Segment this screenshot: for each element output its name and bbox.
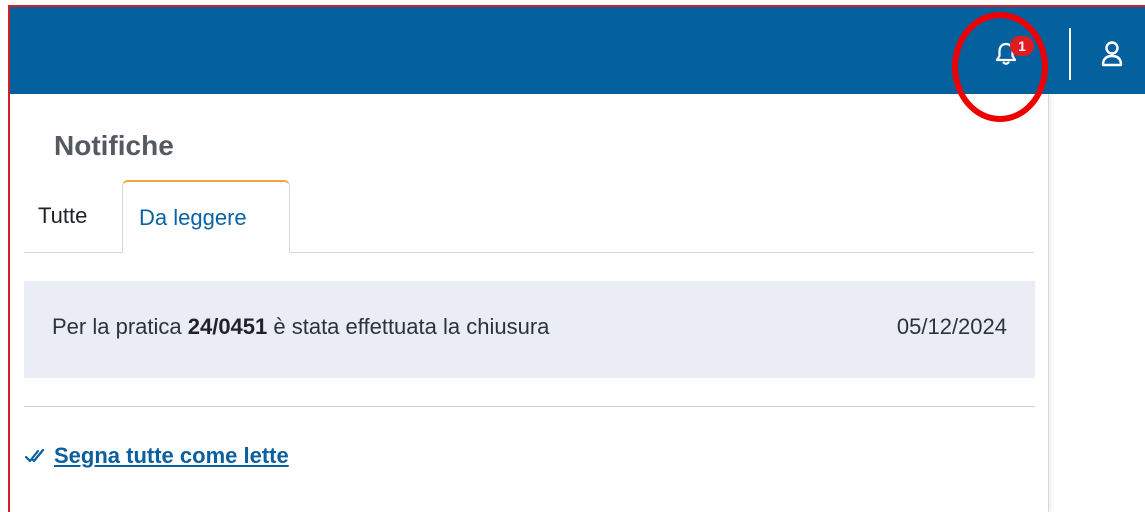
- double-check-icon: [24, 448, 45, 463]
- notifications-tabs: Tutte Da leggere: [24, 180, 1034, 253]
- user-account-button[interactable]: [1098, 38, 1126, 70]
- user-icon: [1101, 41, 1123, 67]
- highlight-ring-annotation: [952, 12, 1048, 122]
- notification-reference: 24/0451: [187, 314, 268, 339]
- notification-message: Per la pratica 24/0451 è stata effettuat…: [52, 314, 549, 340]
- notification-item[interactable]: Per la pratica 24/0451 è stata effettuat…: [24, 281, 1035, 378]
- panel-divider: [24, 406, 1035, 407]
- panel-title: Notifiche: [54, 130, 174, 161]
- app-page: 1 Notifiche Tutte Da leggere Per la prat…: [0, 0, 1145, 512]
- mark-all-read-label: Segna tutte come lette: [54, 443, 289, 468]
- tab-all[interactable]: Tutte: [38, 180, 87, 251]
- notifications-panel: Notifiche Tutte Da leggere Per la pratic…: [10, 94, 1049, 512]
- tab-unread[interactable]: Da leggere: [122, 180, 290, 253]
- notification-date: 05/12/2024: [896, 314, 1007, 339]
- notification-text-before: Per la pratica: [52, 314, 188, 339]
- topbar-divider: [1069, 28, 1071, 80]
- notification-text-after: è stata effettuata la chiusura: [267, 314, 550, 339]
- mark-all-read-link[interactable]: Segna tutte come lette: [24, 443, 289, 469]
